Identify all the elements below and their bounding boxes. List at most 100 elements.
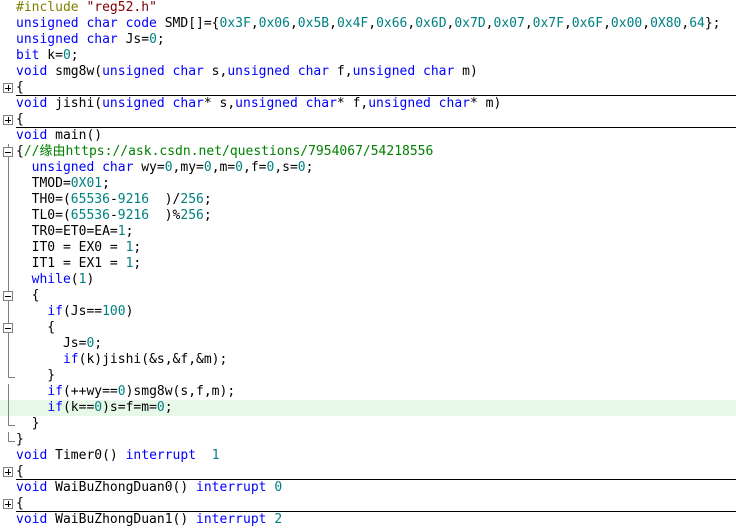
code-token: - (109, 208, 118, 223)
code-token: )smg8w(s,f,m); (125, 384, 236, 399)
code-token: 0x3F (219, 16, 251, 31)
fold-end-marker (8, 416, 15, 426)
fold-gutter[interactable] (0, 464, 16, 480)
code-line[interactable]: TR0=ET0=EA=1; (0, 224, 736, 240)
code-line[interactable]: unsigned char Js=0; (0, 32, 736, 48)
fold-gutter[interactable] (0, 144, 16, 160)
fold-gutter (0, 448, 16, 464)
code-token: 0 (235, 160, 243, 175)
fold-gutter (0, 384, 16, 400)
code-text: while(1) (16, 272, 95, 288)
collapse-fold-icon[interactable] (3, 291, 13, 301)
code-token: //缘由https://ask.csdn.net/questions/79540… (23, 144, 434, 159)
code-token: * m) (469, 96, 502, 111)
code-text: Js=0; (16, 336, 102, 352)
fold-gutter[interactable] (0, 112, 16, 128)
code-line[interactable]: if(Js==100) (0, 304, 736, 320)
code-text: if(k==0)s=f=m=0; (16, 400, 173, 416)
code-line[interactable]: void WaiBuZhongDuan0() interrupt 0 (0, 479, 736, 496)
code-line[interactable]: unsigned char wy=0,my=0,m=0,f=0,s=0; (0, 160, 736, 176)
code-text: TMOD=0X01; (16, 176, 110, 192)
fold-gutter[interactable] (0, 80, 16, 96)
collapse-fold-icon[interactable] (3, 147, 13, 157)
fold-gutter[interactable] (0, 320, 16, 336)
code-line[interactable]: } (0, 368, 736, 384)
code-token: ; (164, 400, 173, 415)
code-line[interactable]: void Timer0() interrupt 1 (0, 448, 736, 464)
code-text: { (16, 320, 55, 336)
expand-fold-icon[interactable] (3, 499, 13, 509)
fold-gutter[interactable] (0, 288, 16, 304)
code-token: { (16, 464, 24, 479)
fold-guide-line (8, 352, 9, 368)
code-line[interactable]: void main() (0, 127, 736, 144)
code-line[interactable]: { (0, 112, 736, 128)
code-token: , (563, 16, 572, 31)
code-line[interactable]: { (0, 464, 736, 480)
code-line[interactable]: } (0, 416, 736, 432)
code-line[interactable]: void jishi(unsigned char* s,unsigned cha… (0, 95, 736, 112)
code-line[interactable]: void WaiBuZhongDuan1() interrupt 2 (0, 511, 736, 528)
fold-gutter[interactable] (0, 496, 16, 512)
code-line[interactable]: TL0=(65536-9216 )%256; (0, 208, 736, 224)
code-line[interactable]: IT1 = EX1 = 1; (0, 256, 736, 272)
code-line[interactable]: { (0, 496, 736, 512)
code-token: (Js== (62, 304, 103, 319)
code-token: wy= (133, 160, 165, 175)
code-token: unsigned char (102, 64, 204, 79)
code-line[interactable]: if(k)jishi(&s,&f,&m); (0, 352, 736, 368)
expand-fold-icon[interactable] (3, 115, 13, 125)
code-text: unsigned char code SMD[]={0x3F,0x06,0x5B… (16, 16, 721, 32)
code-token: 9216 (117, 208, 150, 223)
code-editor[interactable]: #include "reg52.h" unsigned char code SMD… (0, 0, 736, 531)
code-line[interactable]: { (0, 80, 736, 96)
code-line[interactable]: { (0, 288, 736, 304)
code-text: { (16, 464, 24, 480)
fold-guide-line (8, 224, 9, 240)
code-token: ; (203, 192, 212, 207)
expand-fold-icon[interactable] (3, 83, 13, 93)
code-line[interactable]: void smg8w(unsigned char s,unsigned char… (0, 64, 736, 80)
code-text: void Timer0() interrupt 1 (16, 448, 220, 464)
code-token: } (16, 416, 40, 431)
code-token: 0 (203, 160, 212, 175)
code-line[interactable]: if(++wy==0)smg8w(s,f,m); (0, 384, 736, 400)
code-token: ; (133, 256, 142, 271)
code-line[interactable]: bit k=0; (0, 48, 736, 64)
code-token: unsigned char (235, 96, 337, 111)
code-token: SMD[]={ (156, 16, 220, 31)
fold-gutter (0, 192, 16, 208)
code-line[interactable]: IT0 = EX0 = 1; (0, 240, 736, 256)
code-line[interactable]: if(k==0)s=f=m=0; (0, 400, 736, 416)
collapse-fold-icon[interactable] (3, 323, 13, 333)
code-line[interactable]: while(1) (0, 272, 736, 288)
code-text: { (16, 496, 24, 512)
fold-guide-line (8, 400, 9, 416)
code-token: if (62, 352, 79, 367)
code-text: void main() (16, 128, 102, 144)
fold-guide-line (8, 192, 9, 208)
code-line[interactable]: TMOD=0X01; (0, 176, 736, 192)
fold-gutter (0, 0, 16, 16)
code-line[interactable]: { (0, 320, 736, 336)
code-token: (k== (62, 400, 95, 415)
code-token: s, (203, 64, 228, 79)
code-line[interactable]: {//缘由https://ask.csdn.net/questions/7954… (0, 144, 736, 160)
code-text: TR0=ET0=EA=1; (16, 224, 134, 240)
fold-end-marker (8, 432, 15, 442)
code-token: void (16, 64, 48, 79)
code-line[interactable]: unsigned char code SMD[]={0x3F,0x06,0x5B… (0, 16, 736, 32)
code-text: if(Js==100) (16, 304, 133, 320)
code-token: 0x06 (258, 16, 290, 31)
code-line[interactable]: #include "reg52.h" (0, 0, 736, 16)
fold-gutter (0, 368, 16, 384)
code-token: ) (86, 272, 95, 287)
expand-fold-icon[interactable] (3, 467, 13, 477)
code-line[interactable]: Js=0; (0, 336, 736, 352)
code-line[interactable]: TH0=(65536-9216 )/256; (0, 192, 736, 208)
fold-gutter (0, 272, 16, 288)
code-token: )/ (149, 192, 181, 207)
code-line[interactable]: } (0, 432, 736, 448)
fold-gutter (0, 16, 16, 32)
